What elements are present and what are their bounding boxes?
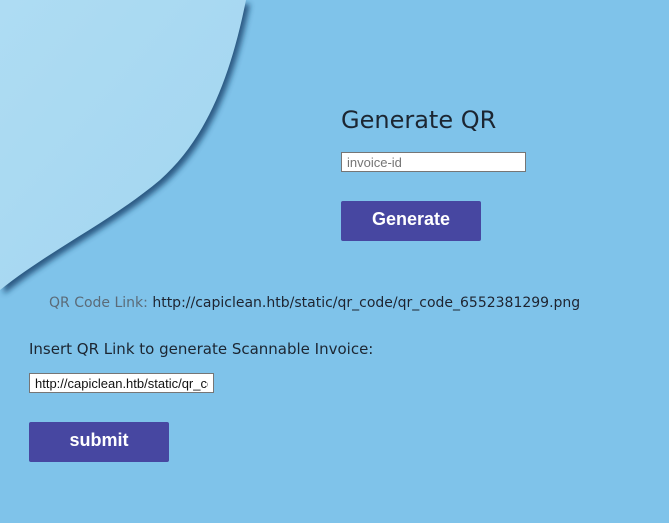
generate-button[interactable]: Generate [341, 201, 481, 241]
insert-qr-link-label: Insert QR Link to generate Scannable Inv… [29, 340, 374, 358]
invoice-id-input[interactable] [341, 152, 526, 172]
qr-code-link-url: http://capiclean.htb/static/qr_code/qr_c… [152, 295, 581, 311]
submit-button[interactable]: submit [29, 422, 169, 462]
qr-code-link-row: QR Code Link: http://capiclean.htb/stati… [49, 295, 580, 311]
qr-code-link-label: QR Code Link: [49, 295, 148, 311]
generate-qr-title: Generate QR [341, 106, 497, 134]
qr-link-input[interactable] [29, 373, 214, 393]
